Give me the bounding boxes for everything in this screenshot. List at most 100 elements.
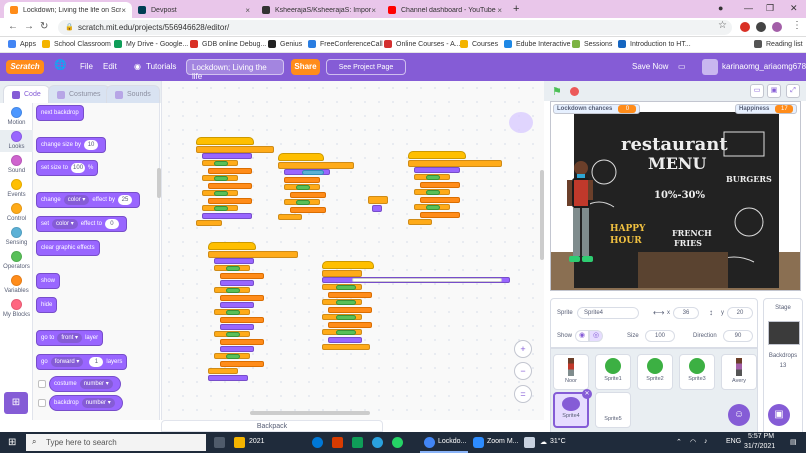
volume-icon[interactable]: ♪ <box>704 438 708 445</box>
block-next-backdrop[interactable]: next backdrop <box>36 105 84 121</box>
variable-block[interactable] <box>420 197 460 203</box>
sprite-tile-sprite5[interactable]: Sprite5 <box>595 392 631 428</box>
tab-sounds[interactable]: Sounds <box>106 85 160 103</box>
more-menu-icon[interactable]: ⋮ <box>792 20 802 31</box>
show-hidden-icon[interactable]: ◎ <box>589 330 603 342</box>
bookmark-genius[interactable]: Genius <box>268 40 302 48</box>
control-block[interactable] <box>368 196 388 204</box>
variable-block[interactable] <box>208 198 252 204</box>
new-tab-button[interactable]: + <box>513 3 519 15</box>
zoom-reset-button[interactable]: = <box>514 385 532 403</box>
puzzle-extension-icon[interactable] <box>756 22 766 32</box>
sensing-block[interactable] <box>302 170 324 175</box>
bookmark-my-drive[interactable]: My Drive - Google... <box>114 40 188 48</box>
operator-block[interactable] <box>426 190 440 195</box>
layer-dropdown[interactable]: front ▾ <box>57 333 83 343</box>
effect-dropdown[interactable]: color ▾ <box>63 195 90 205</box>
sprite-tile-sprite3[interactable]: Sprite3 <box>679 354 715 390</box>
close-icon[interactable]: × <box>497 6 502 15</box>
browser-tab-youtube[interactable]: Channel dashboard - YouTube St × <box>382 2 508 18</box>
size-input[interactable]: 100 <box>645 330 675 342</box>
operator-block[interactable] <box>226 288 240 293</box>
close-icon[interactable]: × <box>371 6 376 15</box>
operator-block[interactable] <box>214 176 228 181</box>
operator-block[interactable] <box>296 200 310 205</box>
category-my-blocks[interactable]: My Blocks <box>0 299 33 318</box>
hat-block[interactable] <box>196 137 254 145</box>
script-horizontal-scrollbar[interactable] <box>250 411 370 415</box>
variable-block[interactable] <box>220 317 264 323</box>
app-icon[interactable] <box>352 437 363 448</box>
backpack-panel[interactable]: Backpack <box>161 420 383 432</box>
operator-block[interactable] <box>214 206 228 211</box>
effect-dropdown[interactable]: color ▾ <box>52 219 78 229</box>
bookmark-online-courses[interactable]: Online Courses - A... <box>384 40 461 48</box>
menu-edit[interactable]: Edit <box>103 62 117 71</box>
project-title-input[interactable]: Lockdown; Living the life <box>186 59 284 81</box>
office-icon[interactable] <box>332 437 343 448</box>
add-sprite-button[interactable]: ☺ <box>728 404 750 426</box>
minimize-icon[interactable]: — <box>744 3 753 13</box>
share-button[interactable]: Share <box>291 59 320 75</box>
profile-avatar[interactable] <box>772 22 782 32</box>
variable-block[interactable] <box>220 273 264 279</box>
text-input[interactable] <box>352 278 502 282</box>
looks-block[interactable] <box>220 324 254 330</box>
layers-input[interactable]: 1 <box>89 357 104 367</box>
maximize-icon[interactable]: ❐ <box>766 3 774 14</box>
block-clear-effects[interactable]: clear graphic effects <box>36 240 100 256</box>
operator-block[interactable] <box>226 332 240 337</box>
add-backdrop-button[interactable]: ▣ <box>768 404 790 426</box>
bookmark-courses[interactable]: Courses <box>460 40 498 48</box>
save-now-button[interactable]: Save Now <box>632 62 668 71</box>
bookmark-freeconferencecall[interactable]: FreeConferenceCall <box>308 40 383 48</box>
bookmark-intro-html[interactable]: Introduction to HT... <box>618 40 691 48</box>
close-icon[interactable]: × <box>245 6 250 15</box>
variable-block[interactable] <box>328 292 372 298</box>
zoom-app-icon[interactable] <box>473 437 484 448</box>
looks-block[interactable] <box>328 337 362 343</box>
size-input[interactable]: 100 <box>71 163 86 173</box>
control-block[interactable] <box>278 214 302 220</box>
control-block[interactable] <box>408 219 432 225</box>
category-sound[interactable]: Sound <box>0 155 33 174</box>
clock-time[interactable]: 5:57 PM <box>748 433 774 440</box>
small-stage-icon[interactable]: ▭ <box>750 84 764 98</box>
category-operators[interactable]: Operators <box>0 251 33 270</box>
variable-block[interactable] <box>220 361 264 367</box>
taskbar-item-2021[interactable]: 2021 <box>249 438 265 445</box>
close-icon[interactable]: × <box>121 6 126 15</box>
globe-language-icon[interactable]: 🌐 <box>54 60 66 71</box>
operator-block[interactable] <box>296 185 310 190</box>
variable-block[interactable] <box>290 207 326 213</box>
wifi-icon[interactable]: ◠ <box>690 438 696 446</box>
block-go-layers[interactable]: go forward ▾ 1 layers <box>36 354 128 370</box>
taskbar-item-chrome[interactable]: Lockdo... <box>438 438 466 445</box>
category-looks[interactable]: Looks <box>0 130 33 152</box>
menu-tutorials[interactable]: Tutorials <box>146 62 176 71</box>
looks-block[interactable] <box>220 302 254 308</box>
backdrop-dropdown[interactable]: number ▾ <box>81 398 115 408</box>
zoom-out-button[interactable]: − <box>514 362 532 380</box>
variable-block[interactable] <box>284 177 320 183</box>
operator-block[interactable] <box>426 175 440 180</box>
block-set-size[interactable]: set size to 100% <box>36 160 99 176</box>
add-extension-button[interactable]: ⊞ <box>4 392 28 414</box>
looks-block[interactable] <box>202 153 252 159</box>
browser-tab-devpost[interactable]: Devpost × <box>132 2 256 18</box>
operator-block[interactable] <box>214 161 228 166</box>
weather-temp[interactable]: 31°C <box>550 438 566 445</box>
effect-value-input[interactable]: 0 <box>104 219 119 229</box>
extension-icon[interactable] <box>740 22 750 32</box>
sprite-tile-sprite2[interactable]: Sprite2 <box>637 354 673 390</box>
hat-block[interactable] <box>322 261 374 269</box>
looks-block[interactable] <box>414 167 460 173</box>
menu-file[interactable]: File <box>80 62 93 71</box>
hat-block[interactable] <box>408 151 466 159</box>
variable-block[interactable] <box>420 212 460 218</box>
block-change-size[interactable]: change size by 10 <box>36 137 107 153</box>
category-control[interactable]: Control <box>0 203 33 222</box>
monitor-happiness[interactable]: Happiness 17 <box>735 104 798 114</box>
variable-block[interactable] <box>328 307 372 313</box>
costume-dropdown[interactable]: number ▾ <box>79 379 113 389</box>
